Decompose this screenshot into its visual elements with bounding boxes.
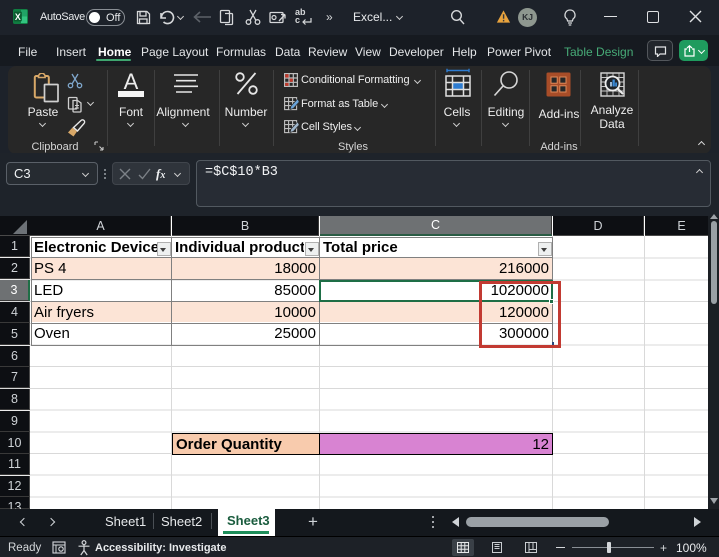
svg-text:X: X xyxy=(15,12,21,22)
